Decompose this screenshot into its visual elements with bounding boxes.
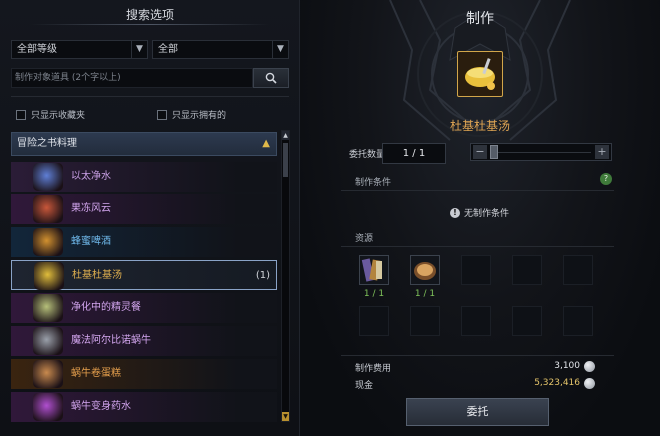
search-button[interactable] bbox=[253, 68, 289, 88]
search-options-panel: 搜索选项 全部等级 ▼ 全部 ▼ 制作对象道具 (2个字以上) 只显示收藏夹 只… bbox=[0, 0, 300, 436]
jelly-jar-icon bbox=[33, 195, 63, 223]
list-item[interactable]: 以太净水 bbox=[11, 162, 277, 192]
favorites-checkbox-label: 只显示收藏夹 bbox=[31, 111, 86, 121]
quantity-label: 委托数量 bbox=[349, 150, 386, 160]
resource-slot-empty bbox=[359, 306, 389, 336]
soup-ingredient-icon bbox=[414, 262, 436, 280]
divider bbox=[341, 246, 614, 247]
type-select[interactable]: 全部 ▼ bbox=[152, 40, 289, 59]
help-icon[interactable]: ? bbox=[600, 173, 612, 185]
resource-count: 1 / 1 bbox=[414, 289, 436, 299]
chevron-down-icon: ▼ bbox=[131, 41, 147, 58]
slider-handle[interactable] bbox=[490, 145, 498, 159]
crafted-item-icon bbox=[457, 51, 503, 97]
item-name: 净化中的精灵餐 bbox=[71, 302, 141, 313]
scrollbar-thumb[interactable] bbox=[283, 143, 288, 177]
no-conditions-message: ! 无制作条件 bbox=[450, 206, 509, 219]
resource-slot-empty bbox=[461, 255, 491, 285]
list-item[interactable]: 果冻风云 bbox=[11, 194, 277, 224]
crafting-title: 制作 bbox=[466, 11, 494, 27]
gold-label: 现金 bbox=[355, 381, 374, 391]
search-input[interactable]: 制作对象道具 (2个字以上) bbox=[11, 68, 253, 88]
snail-icon bbox=[33, 327, 63, 355]
crafting-cost-value: 3,100 bbox=[554, 361, 580, 371]
gold-value: 5,323,416 bbox=[534, 378, 580, 388]
scroll-up-icon[interactable]: ▲ bbox=[282, 131, 289, 140]
item-name: 杜基杜基汤 bbox=[72, 270, 122, 281]
resource-slot[interactable] bbox=[410, 255, 440, 285]
crafting-cost-row: 制作费用 3,100 bbox=[355, 361, 595, 375]
elf-meal-icon bbox=[33, 294, 63, 322]
category-label: 冒险之书料理 bbox=[17, 138, 77, 149]
divider bbox=[341, 190, 614, 191]
resource-slot-empty bbox=[410, 306, 440, 336]
resource-slot-empty bbox=[563, 306, 593, 336]
conditions-label: 制作条件 bbox=[355, 178, 392, 188]
item-name: 蜗牛变身药水 bbox=[71, 401, 131, 412]
item-name: 以太净水 bbox=[71, 171, 111, 182]
scroll-down-icon[interactable]: ▼ bbox=[282, 412, 289, 421]
no-conditions-text: 无制作条件 bbox=[464, 209, 510, 219]
material-bundle-icon bbox=[361, 258, 382, 282]
search-icon bbox=[265, 72, 277, 84]
title-divider bbox=[30, 24, 270, 25]
decrease-button[interactable]: − bbox=[473, 145, 487, 159]
resource-slot-empty bbox=[563, 255, 593, 285]
search-placeholder: 制作对象道具 (2个字以上) bbox=[15, 73, 121, 83]
resources-label: 资源 bbox=[355, 234, 374, 244]
checkbox-box[interactable] bbox=[157, 109, 167, 120]
resource-slot-empty bbox=[512, 306, 542, 336]
increase-button[interactable]: + bbox=[595, 145, 609, 159]
item-name: 蜗牛卷蛋糕 bbox=[71, 368, 121, 379]
item-name: 魔法阿尔比诺蜗牛 bbox=[71, 335, 151, 346]
type-select-value: 全部 bbox=[158, 44, 178, 55]
grade-select[interactable]: 全部等级 ▼ bbox=[11, 40, 148, 59]
resource-slot[interactable] bbox=[359, 255, 389, 285]
category-header[interactable]: 冒险之书料理 ▲ bbox=[11, 132, 277, 156]
checkbox-box[interactable] bbox=[16, 109, 26, 120]
transform-potion-icon bbox=[33, 393, 63, 421]
list-item[interactable]: 魔法阿尔比诺蜗牛 bbox=[11, 326, 277, 356]
quantity-slider[interactable]: − + bbox=[470, 143, 612, 161]
honey-beer-icon bbox=[33, 228, 63, 256]
resource-slot-empty bbox=[512, 255, 542, 285]
resource-count: 1 / 1 bbox=[363, 289, 385, 299]
crafting-cost-label: 制作费用 bbox=[355, 364, 392, 374]
list-item-selected[interactable]: 杜基杜基汤 (1) bbox=[11, 260, 277, 290]
divider bbox=[11, 96, 289, 97]
resource-slot-empty bbox=[461, 306, 491, 336]
commit-button[interactable]: 委托 bbox=[406, 398, 549, 426]
soup-bowl-icon bbox=[34, 262, 64, 290]
list-item[interactable]: 蜗牛变身药水 bbox=[11, 392, 277, 422]
potion-bottle-icon bbox=[33, 163, 63, 191]
silver-coin-icon bbox=[584, 378, 595, 389]
info-icon: ! bbox=[450, 207, 460, 218]
divider bbox=[341, 355, 614, 356]
soup-bowl-icon bbox=[465, 58, 495, 90]
item-name: 蜂蜜啤酒 bbox=[71, 236, 111, 247]
crafted-item-name: 杜基杜基汤 bbox=[449, 119, 510, 133]
silver-coin-icon bbox=[584, 361, 595, 372]
grade-select-value: 全部等级 bbox=[17, 44, 57, 55]
owned-checkbox[interactable]: 只显示拥有的 bbox=[157, 108, 226, 121]
chevron-up-icon[interactable]: ▲ bbox=[262, 133, 270, 155]
roll-cake-icon bbox=[33, 360, 63, 388]
owned-checkbox-label: 只显示拥有的 bbox=[172, 111, 227, 121]
favorites-checkbox[interactable]: 只显示收藏夹 bbox=[16, 108, 85, 121]
list-item[interactable]: 蜂蜜啤酒 bbox=[11, 227, 277, 257]
slider-track bbox=[491, 152, 591, 153]
list-scrollbar[interactable]: ▲ ▼ bbox=[281, 130, 290, 422]
list-item[interactable]: 净化中的精灵餐 bbox=[11, 293, 277, 323]
chevron-down-icon: ▼ bbox=[272, 41, 288, 58]
list-item[interactable]: 蜗牛卷蛋糕 bbox=[11, 359, 277, 389]
item-count: (1) bbox=[255, 270, 270, 281]
search-options-title: 搜索选项 bbox=[125, 8, 174, 22]
quantity-input[interactable]: 1 / 1 bbox=[382, 143, 446, 164]
item-name: 果冻风云 bbox=[71, 203, 111, 214]
gold-row: 现金 5,323,416 bbox=[355, 378, 595, 392]
